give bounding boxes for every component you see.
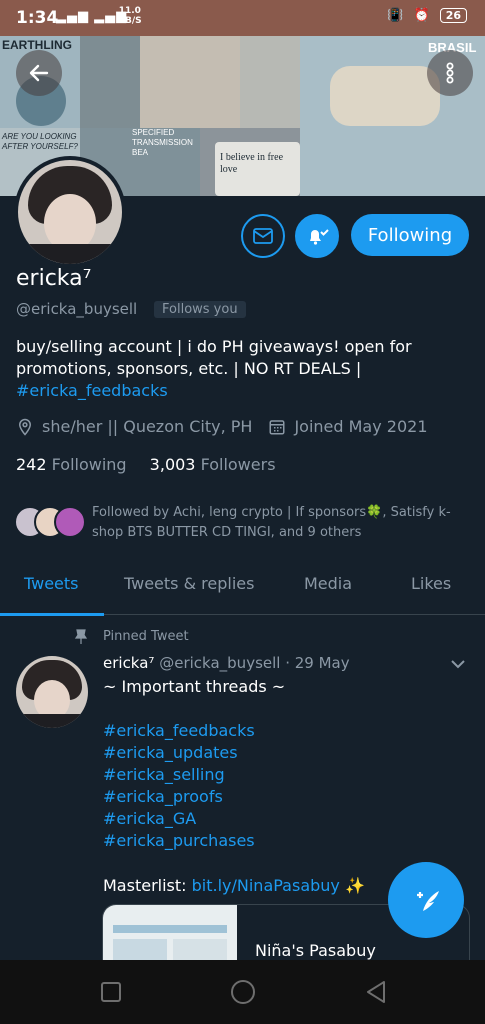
back-arrow-icon <box>29 64 49 82</box>
profile-handle: @ericka_buysell <box>16 300 138 318</box>
masterlist-line: Masterlist: bit.ly/NinaPasabuy ✨ <box>103 876 365 895</box>
hashtag-link[interactable]: #ericka_purchases <box>103 831 255 850</box>
masterlist-link[interactable]: bit.ly/NinaPasabuy <box>192 876 340 895</box>
tweet-handle-date: @ericka_buysell · 29 May <box>159 654 350 672</box>
pin-icon <box>74 629 88 644</box>
banner-specified: SPECIFIED TRANSMISSION BEA <box>132 128 193 157</box>
net-speed-unit: KB/S <box>118 16 142 26</box>
mutual-avatar <box>54 506 86 538</box>
compose-icon <box>417 891 439 911</box>
alarm-icon: ⏰ <box>413 8 430 23</box>
avatar-shirt <box>18 244 122 264</box>
more-vertical-icon <box>446 62 454 84</box>
following-label: Following <box>51 455 127 474</box>
profile-tabs: Tweets Tweets & replies Media Likes <box>0 562 485 615</box>
profile-name: ericka⁷ <box>16 266 92 291</box>
hashtag-link[interactable]: #ericka_updates <box>103 743 238 762</box>
followers-label: Followers <box>200 455 276 474</box>
message-button[interactable] <box>241 214 285 258</box>
tab-media[interactable]: Media <box>304 574 352 593</box>
bio-text: buy/selling account | i do PH giveaways!… <box>16 337 412 378</box>
tweet-line: ~ Important threads ~ <box>103 677 286 696</box>
bio-hashtag-link[interactable]: #ericka_feedbacks <box>16 381 168 400</box>
status-bar: 1:34 ▂▄▆ ▂▄▆ 11.0 KB/S 📳 ⏰ 26 <box>0 0 485 36</box>
followers-link[interactable]: 3,003 Followers <box>150 455 276 474</box>
signal-icon: ▂▄▆ ▂▄▆ <box>56 9 128 24</box>
battery-icon: 26 <box>439 8 467 23</box>
banner-tile <box>140 36 240 128</box>
following-link[interactable]: 242 Following <box>16 455 127 474</box>
system-nav-bar <box>0 960 485 1024</box>
tweet-avatar[interactable] <box>16 656 88 728</box>
banner-are-you: ARE YOU LOOKING AFTER YOURSELF? <box>2 132 78 151</box>
bell-check-icon <box>310 229 329 245</box>
following-button[interactable]: Following <box>351 214 469 256</box>
notifications-button[interactable] <box>295 214 339 258</box>
tweet-header: ericka⁷ @ericka_buysell · 29 May <box>103 654 350 672</box>
tweet-author[interactable]: ericka⁷ <box>103 654 154 672</box>
followed-by-text[interactable]: Followed by Achi, leng crypto | If spons… <box>92 503 472 543</box>
mutual-avatars[interactable] <box>14 506 86 538</box>
card-title: Niña's Pasabuy <box>255 941 376 960</box>
banner-tile <box>80 36 140 128</box>
status-right: 📳 ⏰ 26 <box>387 8 467 23</box>
hashtag-link[interactable]: #ericka_selling <box>103 765 225 784</box>
sparkle-icon: ✨ <box>344 876 365 895</box>
banner-continent <box>330 66 440 126</box>
tab-indicator <box>0 613 104 616</box>
more-button[interactable] <box>427 50 473 96</box>
hashtag-link[interactable]: #ericka_GA <box>103 809 196 828</box>
calendar-icon <box>269 419 285 434</box>
hashtag-link[interactable]: #ericka_feedbacks <box>103 721 255 740</box>
vibrate-icon: 📳 <box>387 8 404 23</box>
nav-triangle-icon[interactable] <box>364 979 388 1005</box>
thumb-bar <box>113 925 227 933</box>
banner-tile <box>240 36 300 128</box>
follows-you-badge: Follows you <box>154 301 246 318</box>
profile-joined: Joined May 2021 <box>294 417 428 436</box>
profile-bio: buy/selling account | i do PH giveaways!… <box>16 336 456 402</box>
pinned-label: Pinned Tweet <box>103 629 189 644</box>
profile-location: she/her || Quezon City, PH <box>42 417 253 436</box>
avatar-shirt <box>16 714 88 728</box>
following-count: 242 <box>16 455 47 474</box>
masterlist-label: Masterlist: <box>103 876 187 895</box>
location-icon <box>18 418 32 436</box>
mail-icon <box>253 228 273 244</box>
banner-believe: I believe in free love <box>220 152 284 175</box>
hashtag-link[interactable]: #ericka_proofs <box>103 787 223 806</box>
net-speed-value: 11.0 <box>118 6 141 16</box>
compose-tweet-button[interactable] <box>388 862 464 938</box>
status-time: 1:34 <box>16 8 59 28</box>
followers-count: 3,003 <box>149 455 196 474</box>
nav-square-icon[interactable] <box>100 981 122 1003</box>
chevron-down-icon[interactable] <box>448 654 468 674</box>
profile-meta: she/her || Quezon City, PH Joined May 20… <box>16 417 428 436</box>
net-speed: 11.0 KB/S <box>118 6 142 26</box>
profile-avatar[interactable] <box>14 156 126 268</box>
back-button[interactable] <box>16 50 62 96</box>
follow-counts: 242 Following 3,003 Followers <box>16 455 276 474</box>
tab-tweets[interactable]: Tweets <box>24 574 79 593</box>
nav-circle-icon[interactable] <box>230 979 256 1005</box>
tab-tweets-replies[interactable]: Tweets & replies <box>124 574 254 593</box>
tab-likes[interactable]: Likes <box>411 574 451 593</box>
